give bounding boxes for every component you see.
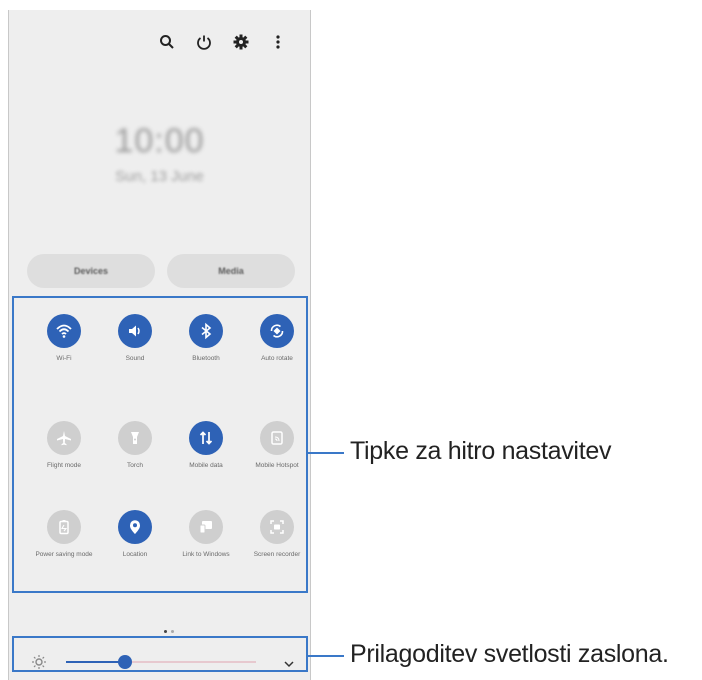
page-dot-active bbox=[164, 630, 167, 633]
media-button[interactable]: Media bbox=[167, 254, 295, 288]
clock-date: Sun, 13 June bbox=[115, 168, 204, 185]
callout-quick-settings: Tipke za hitro nastavitev bbox=[350, 437, 612, 465]
quick-settings-highlight bbox=[12, 296, 308, 593]
callout-line-brightness bbox=[308, 655, 344, 657]
page-dot bbox=[171, 630, 174, 633]
callout-line-quick-settings bbox=[308, 452, 344, 454]
page-indicator bbox=[164, 630, 174, 633]
callout-brightness: Prilagoditev svetlosti zaslona. bbox=[350, 640, 669, 668]
gear-icon[interactable] bbox=[231, 32, 251, 52]
top-icons bbox=[157, 32, 288, 52]
power-icon[interactable] bbox=[194, 32, 214, 52]
search-icon[interactable] bbox=[157, 32, 177, 52]
media-label: Media bbox=[218, 266, 244, 276]
more-vertical-icon[interactable] bbox=[268, 32, 288, 52]
devices-label: Devices bbox=[73, 266, 109, 276]
clock-time: 10:00 bbox=[114, 122, 205, 160]
brightness-highlight bbox=[12, 636, 308, 672]
devices-button[interactable]: Devices bbox=[27, 254, 155, 288]
